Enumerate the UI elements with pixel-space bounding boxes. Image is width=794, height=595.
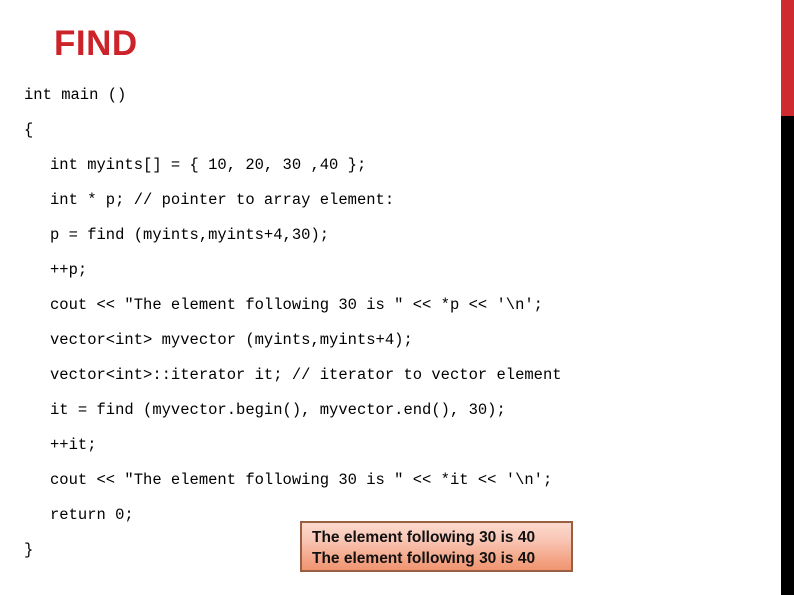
edge-accent-bar-black	[781, 116, 794, 595]
page-title: FIND	[54, 24, 138, 63]
code-line: ++it;	[50, 436, 97, 454]
console-output-callout: The element following 30 is 40 The elemen…	[300, 521, 573, 572]
code-line: ++p;	[50, 261, 88, 279]
console-output-line: The element following 30 is 40	[312, 550, 536, 567]
edge-accent-bar-red	[781, 0, 794, 116]
code-line: vector<int>::iterator it; // iterator to…	[50, 366, 562, 384]
code-line: vector<int> myvector (myints,myints+4);	[50, 331, 413, 349]
code-block: int main () { int myints[] = { 10, 20, 30 …	[0, 78, 781, 568]
console-output-line: The element following 30 is 40	[312, 529, 536, 546]
code-line: it = find (myvector.begin(), myvector.en…	[50, 401, 506, 419]
code-line: int main ()	[24, 86, 127, 104]
code-line: int * p; // pointer to array element:	[50, 191, 395, 209]
code-line: p = find (myints,myints+4,30);	[50, 226, 330, 244]
code-line: cout << "The element following 30 is " <…	[50, 471, 553, 489]
code-line: {	[24, 121, 34, 139]
code-line: cout << "The element following 30 is " <…	[50, 296, 543, 314]
code-line: int myints[] = { 10, 20, 30 ,40 };	[50, 156, 367, 174]
